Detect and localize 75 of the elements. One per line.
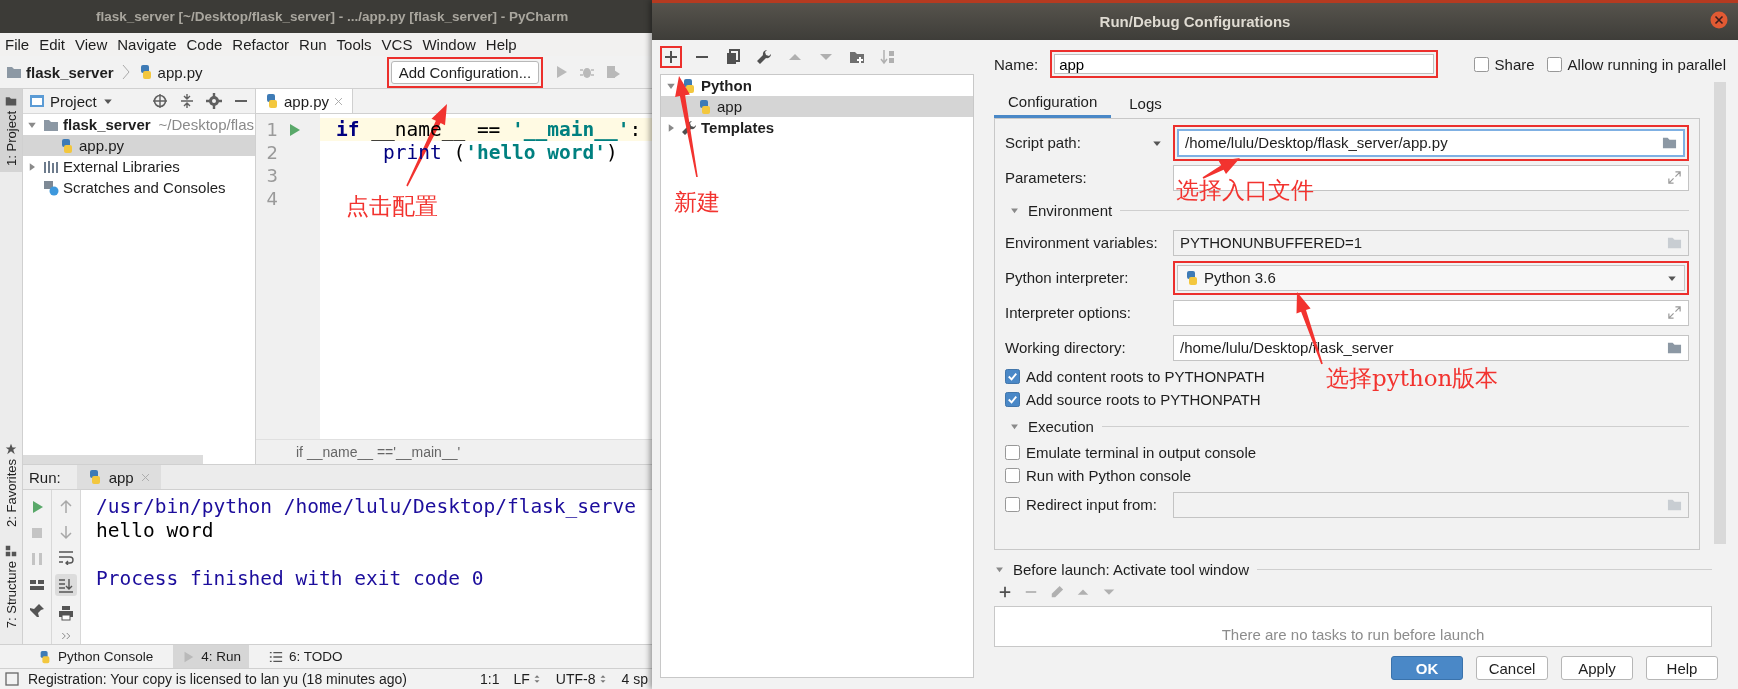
annotation-text: 选择入口文件 [1176, 178, 1314, 204]
tree-item[interactable]: Python [701, 77, 752, 94]
status-message: Registration: Your copy is licensed to lan yu (18 minutes ago) [28, 671, 407, 687]
menu-item[interactable]: Refactor [232, 36, 290, 53]
annotation-text: 选择python版本 [1326, 366, 1499, 392]
dialog-button[interactable]: Cancel [1476, 656, 1548, 680]
status-item[interactable]: 1:1 [480, 671, 500, 687]
menu-item[interactable]: File [5, 36, 30, 53]
field-label: Script path: [1005, 134, 1081, 151]
empty-message: There are no tasks to run before launch [1221, 626, 1485, 643]
panel-title[interactable]: Project [50, 92, 97, 110]
side-tab[interactable]: 2: Favorites [0, 436, 22, 533]
dialog-title: Run/Debug Configurations [1099, 13, 1291, 30]
checkbox-label[interactable]: Emulate terminal in output console [1026, 444, 1257, 461]
tree-item[interactable]: Scratches and Consoles [63, 179, 226, 196]
section-title: Before launch: Activate tool window [1013, 560, 1249, 578]
field-label: Python interpreter: [1005, 269, 1129, 286]
tree-item[interactable]: Templates [701, 119, 775, 136]
breadcrumb-item[interactable]: flask_server [26, 63, 114, 81]
section-title: Environment [1028, 201, 1113, 219]
side-tab[interactable]: 7: Structure [0, 538, 22, 634]
field-label: Parameters: [1005, 169, 1087, 186]
dialog-button[interactable]: Help [1646, 656, 1718, 680]
status-item[interactable]: 4 sp [621, 671, 648, 687]
path-hint: ~/Desktop/flas [158, 116, 255, 133]
console-line: Process finished with exit code 0 [96, 567, 485, 591]
annotation-text: 新建 [674, 190, 720, 216]
dialog-button[interactable]: Apply [1561, 656, 1633, 680]
status-item[interactable]: UTF-8 [555, 671, 596, 687]
menu-item[interactable]: Code [186, 36, 223, 53]
menu-item[interactable]: Tools [336, 36, 372, 53]
checkbox-label[interactable]: Redirect input from: [1026, 496, 1157, 513]
panel-title: Run: [29, 468, 61, 486]
menu-item[interactable]: VCS [381, 36, 413, 53]
side-tab[interactable]: 1: Project [0, 89, 22, 172]
checkbox-label[interactable]: Share [1494, 55, 1535, 73]
field-label: Environment variables: [1005, 234, 1158, 251]
tree-item[interactable]: app.py [79, 137, 125, 154]
field-label: Working directory: [1005, 339, 1126, 356]
checkbox-label[interactable]: Add source roots to PYTHONPATH [1026, 391, 1261, 408]
window-title: flask_server [~/Desktop/flask_server] - .../app.py [flask_server] - PyCharm [96, 9, 569, 24]
section-title: Execution [1028, 417, 1094, 435]
menu-item[interactable]: View [75, 36, 108, 53]
interpreter-dropdown[interactable]: Python 3.6 [1177, 264, 1685, 291]
tree-item[interactable]: flask_server [63, 116, 151, 133]
console-line: /usr/bin/python /home/lulu/Desktop/flask_serve [96, 495, 638, 519]
annotation-text: 点击配置 [346, 194, 438, 220]
status-item[interactable]: LF [513, 671, 530, 687]
tab[interactable]: Configuration [994, 88, 1112, 118]
dialog-button[interactable]: OK [1391, 656, 1463, 680]
tree-item[interactable]: app [717, 98, 743, 115]
checkbox-label[interactable]: Run with Python console [1026, 467, 1192, 484]
add-configuration-button[interactable]: Add Configuration... [390, 60, 540, 84]
tree-item[interactable]: External Libraries [63, 158, 180, 175]
name-label: Name: [994, 55, 1039, 73]
name-field[interactable]: app [1054, 54, 1435, 74]
breadcrumb-item[interactable]: app.py [157, 63, 203, 81]
line-number: 2 [265, 142, 278, 163]
input-field[interactable]: /home/lulu/Desktop/flask_server/app.py [1177, 128, 1685, 157]
console-line: hello word [96, 519, 215, 543]
input-field[interactable]: PYTHONUNBUFFERED=1 [1173, 229, 1689, 256]
tool-window-tab[interactable]: 6: TODO [289, 649, 343, 664]
menu-item[interactable]: Window [422, 36, 476, 53]
field-label: Interpreter options: [1005, 304, 1131, 321]
menu-item[interactable]: Navigate [117, 36, 177, 53]
line-number: 4 [265, 188, 278, 209]
checkbox-label[interactable]: Allow running in parallel [1567, 55, 1726, 73]
line-number: 3 [265, 165, 278, 186]
menu-item[interactable]: Help [485, 36, 517, 53]
menu-item[interactable]: Run [299, 36, 327, 53]
checkbox-label[interactable]: Add content roots to PYTHONPATH [1026, 368, 1265, 385]
tab[interactable]: Logs [1115, 88, 1176, 118]
tool-window-tab[interactable]: Python Console [58, 649, 154, 664]
menu-item[interactable]: Edit [39, 36, 66, 53]
line-number: 1 [265, 119, 278, 140]
